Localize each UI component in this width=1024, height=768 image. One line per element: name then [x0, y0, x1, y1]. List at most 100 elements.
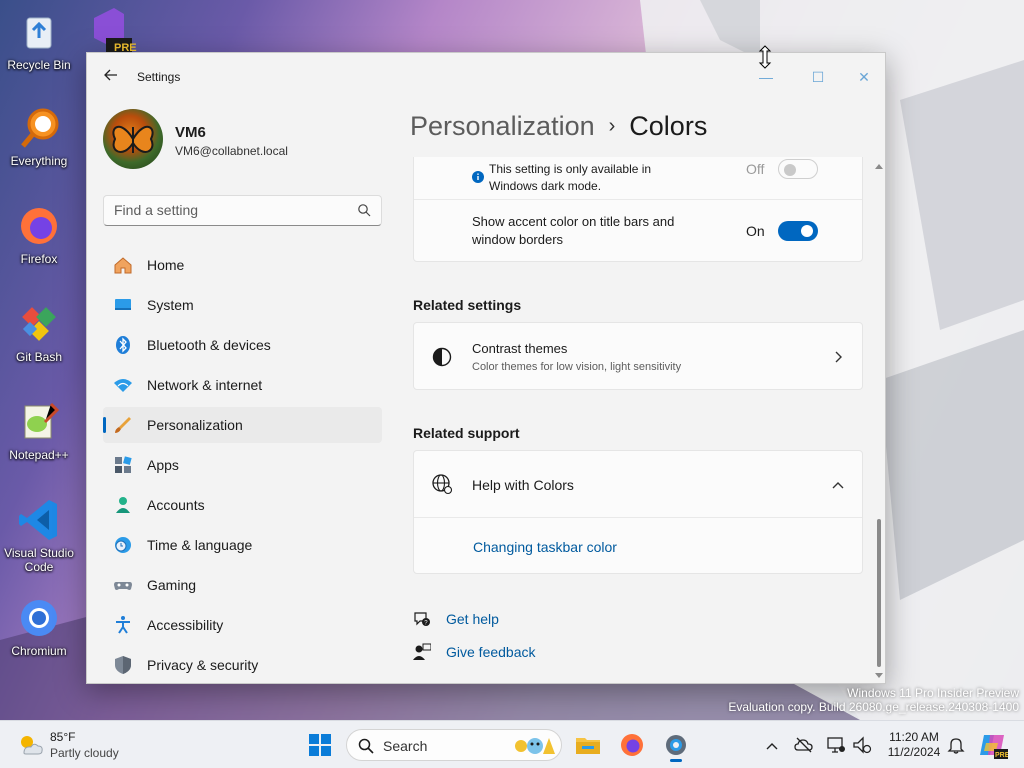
weather-temp: 85°F	[50, 730, 76, 744]
resize-cursor-icon	[758, 45, 772, 69]
desktop-icon-chromium[interactable]: Chromium	[0, 594, 78, 658]
desktop-icon-visual-studio[interactable]: PRE	[78, 4, 138, 54]
contrast-icon	[432, 347, 452, 367]
scroll-down-arrow-icon	[875, 673, 883, 678]
nav-label: Network & internet	[147, 377, 263, 393]
partly-cloudy-icon	[21, 736, 43, 755]
taskbar-search[interactable]: Search	[346, 729, 562, 761]
get-help-link[interactable]: ? Get help	[413, 610, 533, 630]
desktop-icon-label: Visual Studio Code	[4, 546, 74, 574]
gaming-icon	[114, 582, 132, 590]
nav-item-system[interactable]: System	[103, 287, 382, 323]
give-feedback-label: Give feedback	[446, 644, 536, 660]
back-button[interactable]	[99, 67, 123, 87]
weather-condition: Partly cloudy	[50, 746, 119, 760]
user-profile[interactable]: VM6 VM6@collabnet.local	[103, 109, 393, 173]
tray-overflow-button[interactable]	[762, 735, 782, 755]
speaker-settings-icon	[853, 736, 872, 754]
taskbar-firefox[interactable]	[616, 729, 648, 761]
breadcrumb: Personalization › Colors	[410, 111, 707, 142]
copilot-button[interactable]: PRE	[976, 729, 1010, 761]
nav-label: Apps	[147, 457, 179, 473]
help-with-colors-card: Help with Colors Changing taskbar color	[413, 450, 863, 574]
nav-item-network[interactable]: Network & internet	[103, 367, 382, 403]
evaluation-watermark: Windows 11 Pro Insider Preview Evaluatio…	[728, 686, 1019, 714]
accent-title-bars-toggle[interactable]	[778, 221, 818, 241]
changing-taskbar-color-link[interactable]: Changing taskbar color	[473, 539, 617, 555]
desktop-icon-firefox[interactable]: Firefox	[0, 202, 78, 266]
apps-icon	[115, 456, 132, 473]
search-input[interactable]	[114, 202, 344, 218]
desktop-icon-vscode[interactable]: Visual Studio Code	[0, 496, 78, 574]
notifications-button[interactable]	[946, 735, 966, 755]
nav-item-gaming[interactable]: Gaming	[103, 567, 382, 603]
notepad-plus-plus-icon	[24, 402, 60, 439]
maximize-button[interactable]: ☐	[795, 61, 841, 93]
maximize-icon: ☐	[811, 69, 825, 85]
accent-toggle-state: On	[746, 223, 765, 239]
taskbar-file-explorer[interactable]	[572, 729, 604, 761]
chevron-up-icon	[832, 482, 844, 489]
nav-item-personalization[interactable]: Personalization	[103, 407, 382, 443]
scrollbar-thumb[interactable]	[877, 519, 881, 667]
nav-item-time-language[interactable]: Time & language	[103, 527, 382, 563]
desktop-icon-recycle-bin[interactable]: Recycle Bin	[0, 8, 78, 72]
svg-text:PRE: PRE	[995, 752, 1008, 759]
app-title: Settings	[137, 70, 181, 84]
tray-display-button[interactable]	[826, 735, 846, 755]
weather-widget[interactable]: 85°F Partly cloudy	[14, 729, 144, 761]
toggle-knob	[784, 164, 796, 176]
start-button[interactable]	[304, 729, 336, 761]
desktop-icon-label: Firefox	[20, 252, 58, 266]
nav-label: Time & language	[147, 537, 253, 553]
content-scrollbar[interactable]	[875, 157, 883, 679]
accessibility-icon	[116, 616, 130, 634]
watermark-line2: Evaluation copy. Build 26080.ge_release.…	[728, 700, 1019, 714]
desktop-icon-git-bash[interactable]: Git Bash	[0, 300, 78, 364]
avatar	[103, 109, 163, 169]
taskbar-clock[interactable]: 11:20 AM 11/2/2024	[882, 730, 946, 760]
home-icon	[114, 257, 132, 274]
clock-time: 11:20 AM	[889, 730, 939, 744]
taskbar-settings[interactable]	[660, 729, 692, 762]
help-with-colors-title: Help with Colors	[472, 477, 574, 493]
get-help-icon: ?	[414, 612, 430, 627]
time-language-icon	[115, 537, 131, 553]
nav-label: Privacy & security	[147, 657, 259, 673]
dark-mode-note-line2: Windows dark mode.	[489, 179, 602, 193]
firefox-icon	[621, 734, 643, 756]
close-button[interactable]: ✕	[841, 61, 885, 93]
network-icon	[114, 379, 132, 392]
find-setting-search[interactable]	[103, 195, 382, 226]
nav-item-privacy-security[interactable]: Privacy & security	[103, 647, 382, 683]
desktop-icon-everything[interactable]: Everything	[0, 104, 78, 168]
desktop-icon-label: Chromium	[11, 644, 67, 658]
feedback-icon	[413, 643, 431, 660]
nav-item-home[interactable]: Home	[103, 247, 382, 283]
give-feedback-link[interactable]: Give feedback	[413, 643, 553, 663]
search-icon	[358, 204, 371, 217]
back-arrow-icon	[104, 69, 117, 81]
file-explorer-icon	[576, 738, 600, 754]
nav-label: Bluetooth & devices	[147, 337, 271, 353]
desktop-icon-notepad-plus-plus[interactable]: Notepad++	[0, 398, 78, 462]
scroll-up-arrow-icon	[875, 164, 883, 169]
tray-network-button[interactable]	[794, 735, 814, 755]
tray-sound-button[interactable]	[852, 735, 872, 755]
nav-item-accounts[interactable]: Accounts	[103, 487, 382, 523]
settings-nav: Home System Bluetooth & devices Network …	[103, 247, 382, 683]
related-support-heading: Related support	[413, 425, 520, 441]
everything-search-icon	[21, 108, 59, 148]
contrast-themes-card[interactable]: Contrast themes Color themes for low vis…	[413, 322, 863, 390]
active-app-indicator	[670, 759, 682, 762]
dark-mode-toggle-state: Off	[746, 161, 765, 177]
taskbar: 85°F Partly cloudy Search 11:20 AM 11/2/…	[0, 720, 1024, 768]
nav-item-apps[interactable]: Apps	[103, 447, 382, 483]
nav-label: Accounts	[147, 497, 205, 513]
nav-item-bluetooth[interactable]: Bluetooth & devices	[103, 327, 382, 363]
help-with-colors-header[interactable]: Help with Colors	[414, 451, 862, 518]
breadcrumb-parent[interactable]: Personalization	[410, 111, 595, 141]
watermark-line1: Windows 11 Pro Insider Preview	[847, 686, 1019, 700]
info-icon	[472, 171, 484, 183]
nav-item-accessibility[interactable]: Accessibility	[103, 607, 382, 643]
